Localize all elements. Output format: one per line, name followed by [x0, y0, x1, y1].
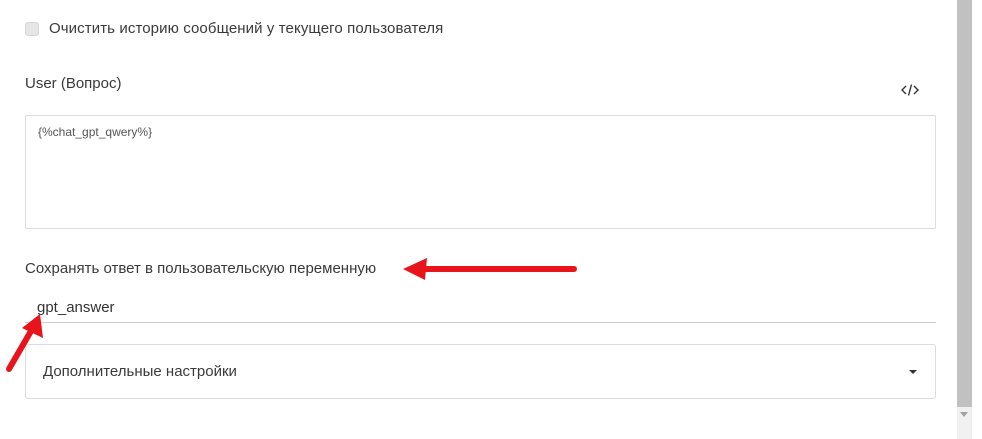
- save-answer-variable-input[interactable]: [25, 285, 936, 323]
- advanced-settings-label: Дополнительные настройки: [43, 363, 237, 380]
- advanced-settings-dropdown[interactable]: Дополнительные настройки: [25, 344, 936, 399]
- code-icon[interactable]: [900, 82, 920, 98]
- vertical-scrollbar[interactable]: [957, 0, 972, 439]
- user-question-textarea[interactable]: {%chat_gpt_qwery%}: [25, 115, 936, 229]
- scrollbar-thumb[interactable]: [957, 0, 972, 407]
- annotation-arrow-left: [403, 258, 577, 280]
- clear-history-checkbox[interactable]: [25, 21, 39, 36]
- bot-block-settings: Очистить историю сообщений у текущего по…: [0, 0, 982, 439]
- caret-down-icon: [909, 369, 917, 374]
- clear-history-checkbox-row[interactable]: Очистить историю сообщений у текущего по…: [25, 20, 443, 37]
- clear-history-label: Очистить историю сообщений у текущего по…: [49, 20, 444, 37]
- save-answer-label: Сохранять ответ в пользовательскую перем…: [25, 260, 377, 277]
- user-question-label: User (Вопрос): [25, 75, 122, 92]
- scroll-down-arrow-icon[interactable]: [960, 412, 968, 417]
